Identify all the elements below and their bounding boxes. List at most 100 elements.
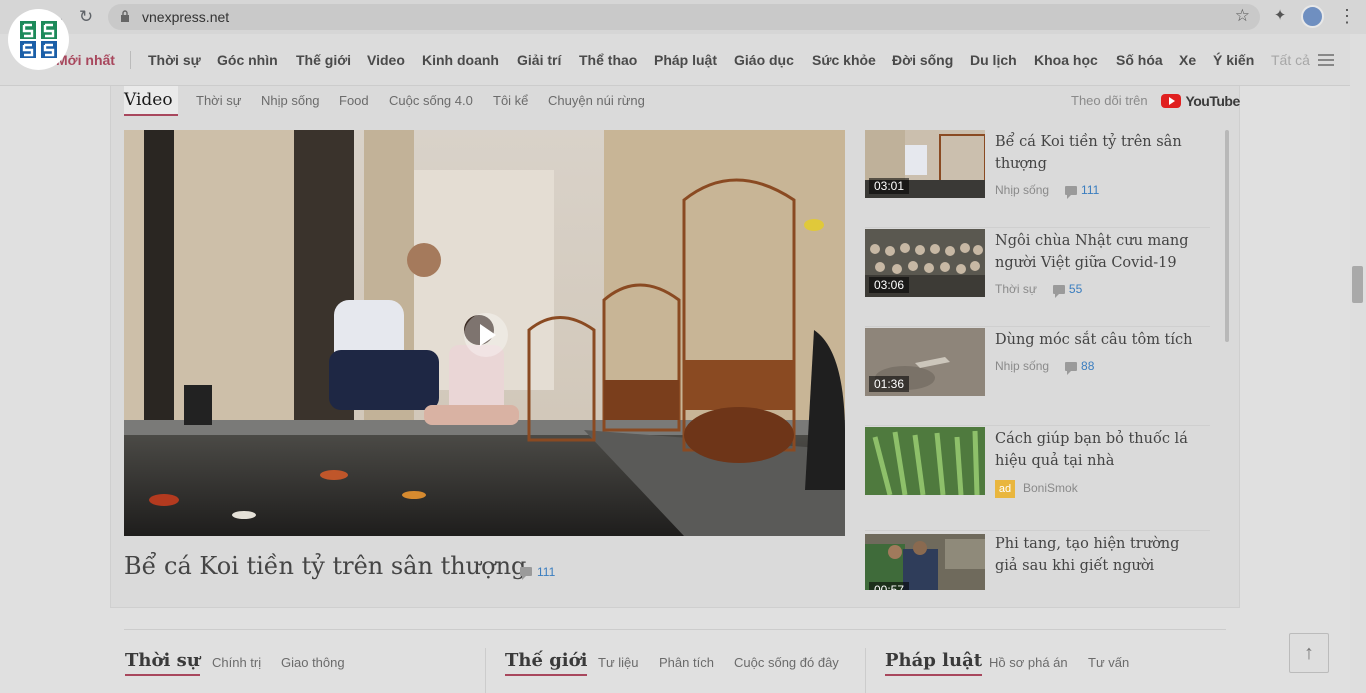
section-sub-ho-so-pha-an[interactable]: Hồ sơ phá án [989,655,1068,670]
video-list-item[interactable]: 01:36 Dùng móc sắt câu tôm tích Nhịp sốn… [865,328,1210,426]
section-sub-giao-thong[interactable]: Giao thông [281,655,345,670]
site-nav: Mới nhất Thời sự Góc nhìn Thế giới Video… [0,34,1350,86]
nav-so-hoa[interactable]: Số hóa [1116,52,1163,68]
comment-count[interactable]: 111 [1081,183,1099,197]
comment-icon [1065,186,1078,200]
ad-sponsor[interactable]: BoniSmok [1023,481,1078,495]
youtube-link[interactable]: YouTube [1161,92,1240,110]
ad-badge: ad [995,480,1015,498]
video-list-item[interactable]: 03:01 Bể cá Koi tiền tỷ trên sân thượng … [865,130,1210,228]
nav-thoi-su[interactable]: Thời sự [148,52,201,68]
browser-menu-icon[interactable]: ⋮ [1338,4,1356,28]
ad-meta: ad BoniSmok [995,480,1078,498]
main-video-player[interactable] [124,130,845,536]
youtube-icon [1161,93,1181,108]
video-list-scrollbar[interactable] [1225,130,1229,342]
video-list-meta: Thời sự 55 [995,282,1082,299]
video-tab-thoi-su[interactable]: Thời sự [196,93,241,108]
video-list-title[interactable]: Dùng móc sắt câu tôm tích [995,329,1205,351]
section-divider [865,648,866,693]
video-thumbnail[interactable]: 00:57 [865,534,985,590]
nav-doi-song[interactable]: Đời sống [892,52,953,68]
video-section-title[interactable]: Video [124,90,173,110]
video-list-item[interactable]: 03:06 Ngôi chùa Nhật cưu mang người Việt… [865,229,1210,327]
video-thumbnail[interactable]: 03:06 [865,229,985,297]
section-divider [485,648,486,693]
nav-suc-khoe[interactable]: Sức khỏe [812,52,876,68]
nav-goc-nhin[interactable]: Góc nhìn [217,52,278,68]
nav-khoa-hoc[interactable]: Khoa học [1034,52,1098,68]
video-list-meta: Nhịp sống 88 [995,359,1094,376]
video-duration: 03:01 [869,178,910,194]
main-video-comments[interactable]: 111 [520,564,556,581]
comment-count[interactable]: 55 [1069,282,1082,296]
section-sub-phan-tich[interactable]: Phân tích [659,655,714,670]
nav-the-thao[interactable]: Thể thao [579,52,637,68]
section-title-thoi-su[interactable]: Thời sự [125,650,200,676]
page-scrollbar[interactable] [1350,34,1366,693]
video-thumbnail[interactable]: 03:01 [865,130,985,198]
arrow-up-icon: ↑ [1304,642,1314,664]
extensions-icon[interactable]: ✦ [1270,6,1290,26]
comment-icon [520,567,532,581]
main-video-comment-count: 111 [537,564,556,579]
video-tab-nhip-song[interactable]: Nhịp sống [261,93,320,108]
url-text: vnexpress.net [142,9,230,25]
page-scrollbar-thumb[interactable] [1352,266,1363,303]
ad-list-item[interactable]: Cách giúp bạn bỏ thuốc lá hiệu quả tại n… [865,427,1210,531]
section-title-the-gioi[interactable]: Thế giới [505,650,588,676]
comment-count[interactable]: 88 [1081,359,1094,373]
video-list-meta: Nhịp sống 111 [995,183,1099,200]
ad-thumbnail[interactable] [865,427,985,495]
section-sub-tu-lieu[interactable]: Tư liệu [598,655,639,670]
video-list-title[interactable]: Ngôi chùa Nhật cưu mang người Việt giữa … [995,230,1205,274]
comment-icon [1052,285,1065,299]
nav-kinh-doanh[interactable]: Kinh doanh [422,52,499,68]
nav-y-kien[interactable]: Ý kiến [1213,52,1254,68]
video-tab-cuoc-song[interactable]: Cuộc sống 4.0 [389,93,473,108]
nav-video[interactable]: Video [367,52,405,68]
nav-all[interactable]: Tất cả [1271,52,1310,68]
video-list-title[interactable]: Bể cá Koi tiền tỷ trên sân thượng [995,131,1205,175]
nav-du-lich[interactable]: Du lịch [970,52,1017,68]
address-bar[interactable]: vnexpress.net ☆ [108,4,1260,30]
section-sub-chinh-tri[interactable]: Chính trị [212,655,261,670]
video-tab-chuyen-nui-rung[interactable]: Chuyện núi rừng [548,93,645,108]
play-button[interactable] [464,313,508,357]
ad-title[interactable]: Cách giúp bạn bỏ thuốc lá hiệu quả tại n… [995,428,1205,472]
main-video-title[interactable]: Bể cá Koi tiền tỷ trên sân thượng [124,552,526,580]
video-list-item[interactable]: 00:57 Phi tang, tạo hiện trường giả sau … [865,532,1210,590]
nav-giai-tri[interactable]: Giải trí [517,52,561,68]
video-tab-toi-ke[interactable]: Tôi kể [493,93,528,108]
hamburger-menu-icon[interactable] [1318,54,1334,66]
profile-avatar[interactable] [1301,5,1324,28]
section-sub-tu-van[interactable]: Tư vấn [1088,655,1129,670]
video-list-title[interactable]: Phi tang, tạo hiện trường giả sau khi gi… [995,533,1205,577]
youtube-label: YouTube [1185,92,1240,109]
section-separator [124,629,1226,630]
section-sub-cuoc-song[interactable]: Cuộc sống đó đây [734,655,839,670]
video-duration: 03:06 [869,277,910,293]
nav-giao-duc[interactable]: Giáo dục [734,52,794,68]
video-duration: 00:57 [869,582,910,590]
nav-xe[interactable]: Xe [1179,52,1196,68]
video-category[interactable]: Thời sự [995,282,1037,296]
nav-divider [130,51,131,69]
back-to-top-button[interactable]: ↑ [1289,633,1329,673]
follow-label: Theo dõi trên [1071,93,1148,108]
nav-phap-luat[interactable]: Pháp luật [654,52,717,68]
comment-icon [1065,362,1078,376]
bookmark-star-icon[interactable]: ☆ [1235,6,1250,26]
reload-icon[interactable]: ↻ [75,6,97,28]
video-duration: 01:36 [869,376,910,392]
video-thumbnail[interactable]: 01:36 [865,328,985,396]
section-title-phap-luat[interactable]: Pháp luật [885,650,983,676]
video-category[interactable]: Nhịp sống [995,359,1049,373]
video-tab-food[interactable]: Food [339,93,369,108]
video-list: 03:01 Bể cá Koi tiền tỷ trên sân thượng … [865,130,1210,590]
nav-the-gioi[interactable]: Thế giới [296,52,351,68]
browser-toolbar: ← ↻ vnexpress.net ☆ ✦ ⋮ [0,0,1366,34]
video-category[interactable]: Nhịp sống [995,183,1049,197]
watermark-logo [8,9,69,70]
lock-icon [121,10,129,22]
